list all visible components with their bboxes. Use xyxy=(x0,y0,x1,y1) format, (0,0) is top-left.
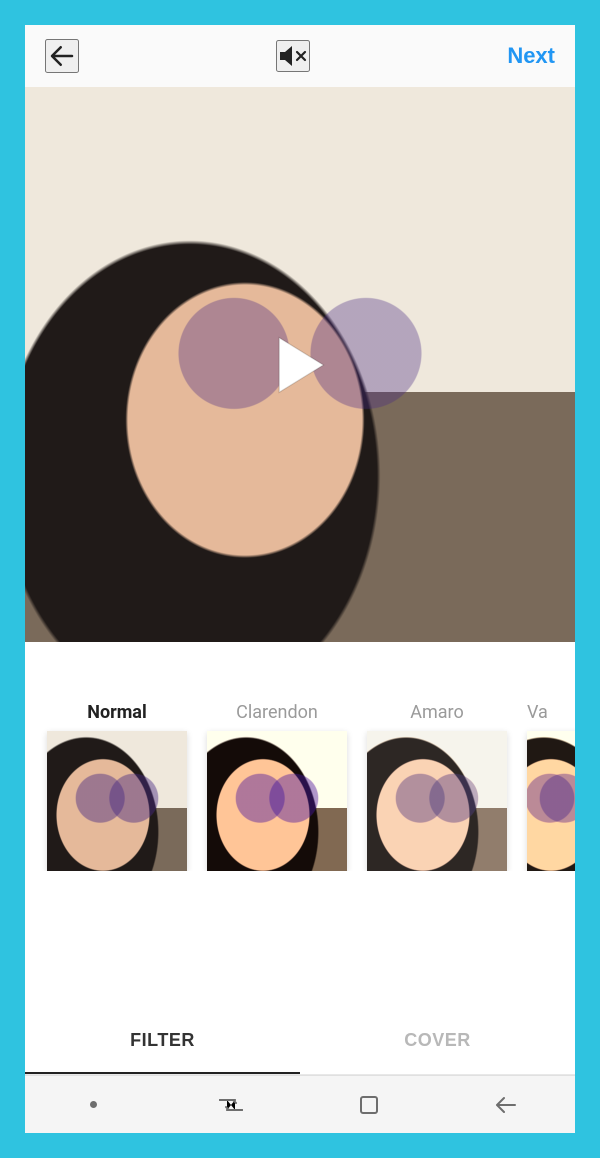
filter-item-clarendon[interactable]: Clarendon xyxy=(207,702,347,871)
nav-home-button[interactable] xyxy=(349,1085,389,1125)
recents-icon xyxy=(218,1094,244,1116)
mute-button[interactable] xyxy=(276,40,310,72)
square-icon xyxy=(358,1094,380,1116)
filter-thumb xyxy=(367,731,507,871)
filter-item-normal[interactable]: Normal xyxy=(47,702,187,871)
system-navbar xyxy=(25,1075,575,1133)
nav-dot-button[interactable] xyxy=(74,1085,114,1125)
arrow-left-icon xyxy=(493,1094,519,1116)
edit-mode-tabs: FILTER COVER xyxy=(25,1009,575,1075)
filter-label: Va xyxy=(527,702,575,723)
filter-thumb xyxy=(47,731,187,871)
play-icon xyxy=(274,335,326,395)
back-button[interactable] xyxy=(45,39,79,73)
arrow-left-icon xyxy=(47,41,77,71)
dot-icon xyxy=(90,1101,97,1108)
filter-thumb xyxy=(527,731,575,871)
next-button[interactable]: Next xyxy=(507,43,555,69)
filter-strip[interactable]: Normal Clarendon Amaro Va xyxy=(25,702,575,871)
video-edit-screen: Next Normal Clarendon Amaro xyxy=(25,25,575,1133)
speaker-muted-icon xyxy=(278,42,308,70)
nav-back-button[interactable] xyxy=(486,1085,526,1125)
play-button[interactable] xyxy=(264,329,336,401)
filter-label: Clarendon xyxy=(207,702,347,723)
tab-cover[interactable]: COVER xyxy=(300,1009,575,1074)
filter-label: Normal xyxy=(47,702,187,723)
header-bar: Next xyxy=(25,25,575,87)
filter-area: Normal Clarendon Amaro Va xyxy=(25,642,575,1009)
filter-label: Amaro xyxy=(367,702,507,723)
filter-item-valencia[interactable]: Va xyxy=(527,702,575,871)
nav-recents-button[interactable] xyxy=(211,1085,251,1125)
filter-thumb xyxy=(207,731,347,871)
tab-filter[interactable]: FILTER xyxy=(25,1009,300,1074)
filter-item-amaro[interactable]: Amaro xyxy=(367,702,507,871)
video-preview[interactable] xyxy=(25,87,575,642)
